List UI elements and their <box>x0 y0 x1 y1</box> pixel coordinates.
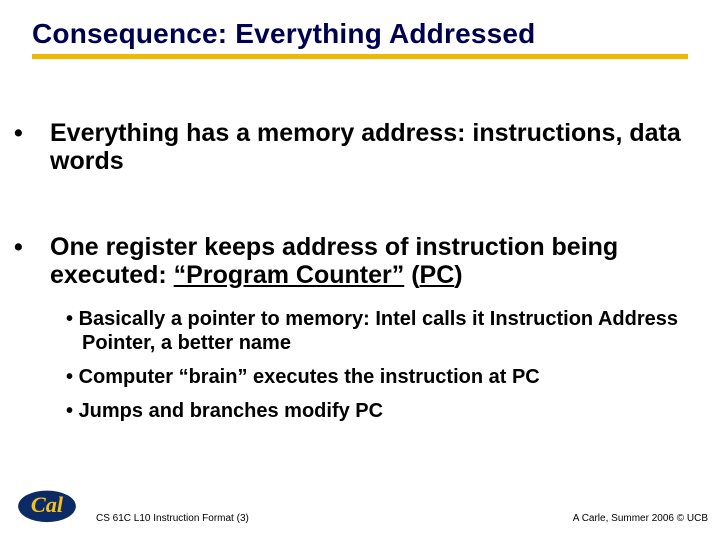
subbullet-1: • Basically a pointer to memory: Intel c… <box>66 307 688 355</box>
bullet-1-text: Everything has a memory address: instruc… <box>50 119 681 175</box>
program-counter-text: “Program Counter” <box>174 261 405 289</box>
subbullet-3: • Jumps and branches modify PC <box>66 399 688 423</box>
footer: Cal CS 61C L10 Instruction Format (3) A … <box>0 482 720 532</box>
slide-title: Consequence: Everything Addressed <box>32 18 688 59</box>
subbullet-2: • Computer “brain” executes the instruct… <box>66 365 688 389</box>
bullet-1: • Everything has a memory address: instr… <box>32 119 688 175</box>
pc-abbr: PC <box>420 261 455 289</box>
subbullet-3-text: Jumps and branches modify PC <box>79 400 384 422</box>
slide: Consequence: Everything Addressed • Ever… <box>0 0 720 540</box>
bullet-dot: • <box>32 119 50 147</box>
open-paren: ( <box>404 261 419 289</box>
footer-left: CS 61C L10 Instruction Format (3) <box>96 513 249 524</box>
subbullet-2-text: Computer “brain” executes the instructio… <box>79 366 540 388</box>
bullet-2: • One register keeps address of instruct… <box>32 233 688 289</box>
subbullet-1-text: Basically a pointer to memory: Intel cal… <box>79 308 678 354</box>
footer-right: A Carle, Summer 2006 © UCB <box>573 513 708 524</box>
subbullet-group: • Basically a pointer to memory: Intel c… <box>66 307 688 423</box>
svg-text:Cal: Cal <box>31 492 64 517</box>
close-paren: ) <box>454 261 462 289</box>
cal-logo: Cal <box>14 484 80 526</box>
bullet-dot: • <box>32 233 50 261</box>
